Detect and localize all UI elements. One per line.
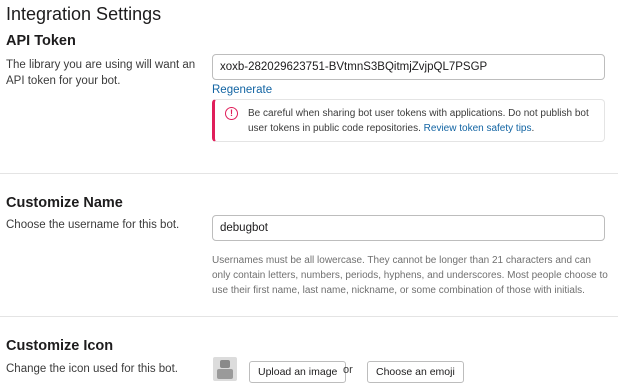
customize-name-title: Customize Name [6, 195, 123, 211]
page-title: Integration Settings [6, 4, 162, 24]
token-warning-message: Be careful when sharing bot user tokens … [248, 108, 589, 134]
regenerate-link[interactable]: Regenerate [212, 84, 272, 96]
bot-avatar-icon [213, 357, 237, 381]
review-token-safety-link[interactable]: Review token safety tips [424, 123, 532, 134]
section-divider [0, 173, 618, 174]
api-token-title: API Token [6, 33, 76, 49]
customize-icon-title: Customize Icon [6, 338, 114, 354]
customize-name-description: Choose the username for this bot. [6, 219, 180, 231]
token-warning-text: Be careful when sharing bot user tokens … [248, 106, 598, 136]
api-token-description: The library you are using will want an A… [6, 59, 196, 87]
upload-image-button[interactable]: Upload an image [249, 361, 347, 383]
section-divider [0, 316, 618, 317]
warning-circle-icon: ! [225, 107, 238, 120]
token-warning-end: . [531, 123, 535, 134]
username-input[interactable] [212, 215, 605, 241]
choose-emoji-button[interactable]: Choose an emoji [367, 361, 464, 383]
or-label: or [343, 364, 353, 376]
api-token-input[interactable] [212, 54, 605, 80]
username-hint: Usernames must be all lowercase. They ca… [212, 255, 608, 296]
token-warning-box: ! Be careful when sharing bot user token… [212, 99, 605, 142]
customize-icon-description: Change the icon used for this bot. [6, 363, 178, 375]
